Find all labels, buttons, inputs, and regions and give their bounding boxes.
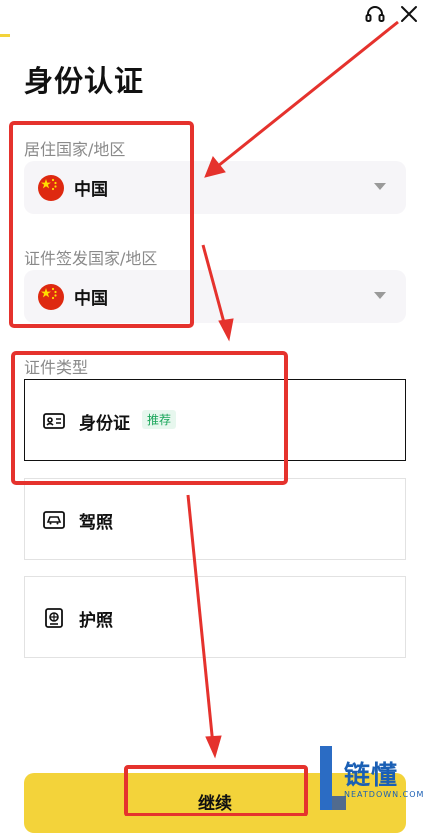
doc-option-label: 驾照: [79, 513, 113, 533]
close-icon[interactable]: [397, 2, 421, 26]
issuing-value: 中国: [74, 289, 108, 309]
chevron-down-icon: [374, 292, 386, 299]
issuing-select[interactable]: 中国: [24, 270, 406, 323]
headset-icon[interactable]: [363, 2, 387, 26]
driver-license-icon: [43, 511, 65, 529]
doc-option-label: 身份证: [79, 414, 130, 434]
doc-option-id-card[interactable]: 身份证 推荐: [24, 379, 406, 461]
watermark-brand: 链懂: [344, 761, 399, 791]
annotation-arrowhead: [205, 735, 222, 759]
id-card-icon: [43, 413, 65, 429]
page-title: 身份认证: [24, 64, 145, 98]
residence-select[interactable]: 中国: [24, 161, 406, 214]
issuing-label: 证件签发国家/地区: [24, 249, 158, 268]
recommended-badge: 推荐: [142, 410, 177, 429]
doc-option-passport[interactable]: 护照: [24, 576, 406, 658]
doc-option-label: 护照: [79, 611, 113, 631]
accent-mark: [0, 34, 10, 37]
top-bar: [0, 0, 431, 40]
china-flag-icon: [38, 175, 64, 201]
annotation-arrow-line: [217, 20, 399, 168]
chevron-down-icon: [374, 183, 386, 190]
continue-button-label: 继续: [198, 794, 232, 814]
doc-option-driver-license[interactable]: 驾照: [24, 478, 406, 560]
watermark-url: NEATDOWN.COM: [344, 790, 425, 799]
passport-icon: [45, 608, 63, 628]
china-flag-icon: [38, 284, 64, 310]
doc-type-label: 证件类型: [24, 358, 89, 377]
residence-label: 居住国家/地区: [24, 140, 126, 159]
residence-value: 中国: [74, 180, 108, 200]
